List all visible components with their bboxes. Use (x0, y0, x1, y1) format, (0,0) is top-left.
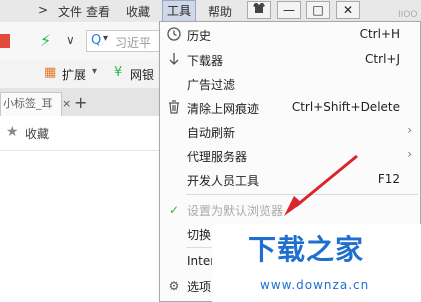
watermark-url: www.downza.cn (260, 278, 370, 292)
watermark-title: 下载之家 (248, 233, 365, 266)
watermark-logo: 下载之家 www.downza.cn (212, 224, 421, 302)
